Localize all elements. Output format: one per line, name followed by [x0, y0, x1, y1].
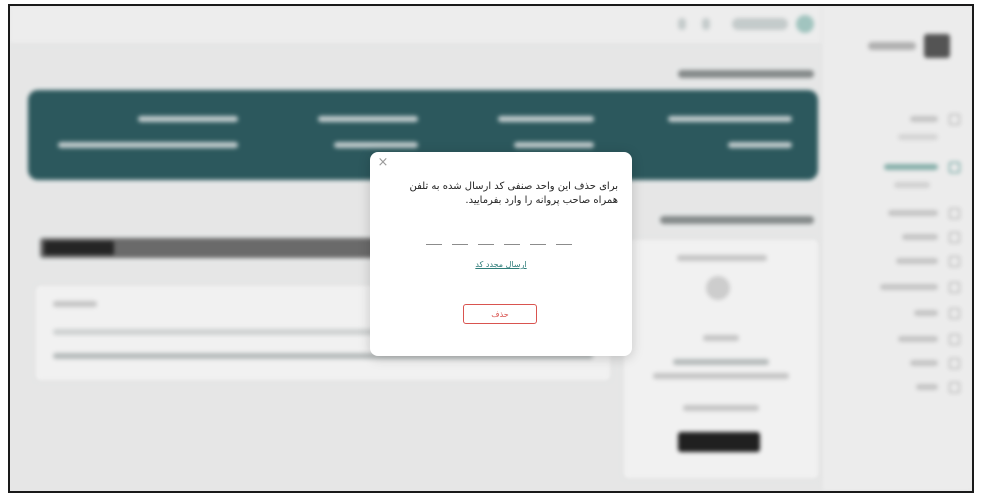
otp-digit-6[interactable]	[556, 236, 572, 245]
otp-digit-4[interactable]	[504, 236, 520, 245]
otp-digit-5[interactable]	[530, 236, 546, 245]
dialog-message: برای حذف این واحد صنفی کد ارسال شده به ت…	[409, 181, 618, 206]
close-icon[interactable]: ×	[376, 156, 390, 170]
app-window: × برای حذف این واحد صنفی کد ارسال شده به…	[8, 4, 974, 493]
otp-code-input[interactable]	[426, 236, 576, 246]
otp-digit-1[interactable]	[426, 236, 442, 245]
delete-confirmation-dialog: × برای حذف این واحد صنفی کد ارسال شده به…	[370, 152, 632, 356]
resend-code-link[interactable]: ارسال مجدد کد	[370, 260, 632, 269]
otp-digit-2[interactable]	[452, 236, 468, 245]
otp-digit-3[interactable]	[478, 236, 494, 245]
delete-button[interactable]: حذف	[463, 304, 537, 324]
